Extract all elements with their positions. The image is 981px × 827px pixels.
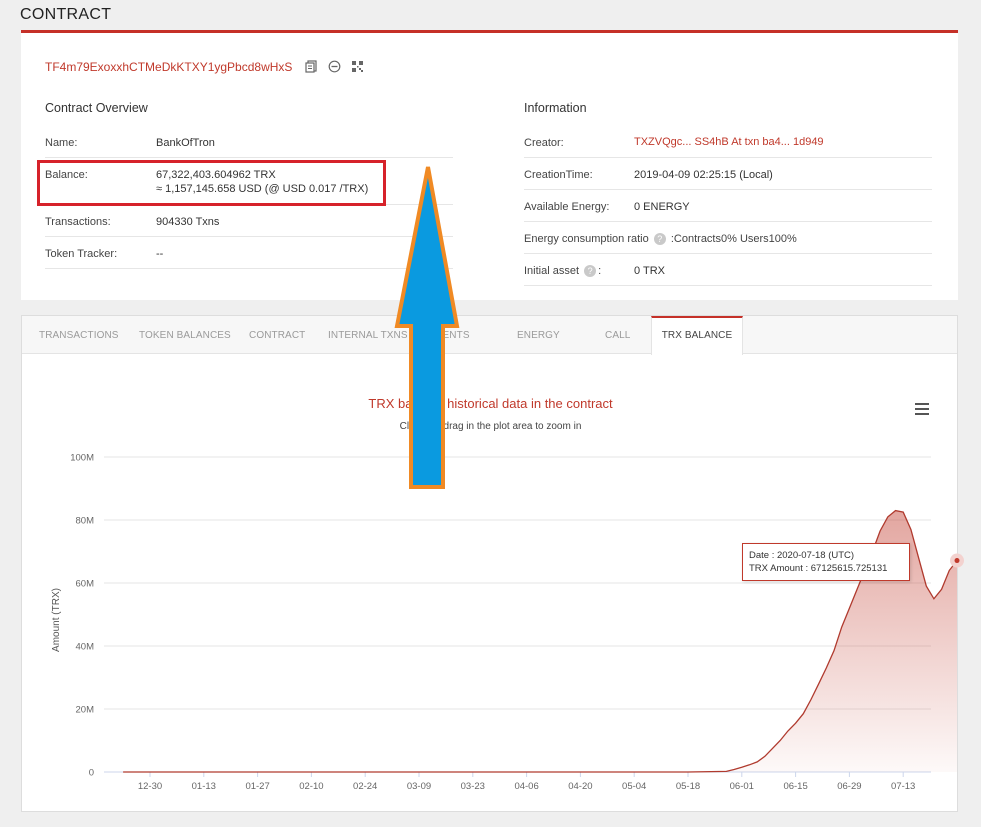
y-tick-label: 0 [89,768,94,779]
x-tick-label: 01-27 [245,781,269,792]
chart-tooltip: Date : 2020-07-18 (UTC) TRX Amount : 671… [742,543,910,581]
trx-balance-chart[interactable]: 0 20M 40M 60M 80M 100M 12-30 01-13 01-27 02-10 02… [0,0,981,827]
x-tick-label: 12-30 [138,781,162,792]
tooltip-date: Date : 2020-07-18 (UTC) [749,550,855,561]
y-axis-label: Amount (TRX) [51,588,62,652]
x-tick-label: 02-24 [353,781,377,792]
x-tick-label: 01-13 [192,781,216,792]
y-tick-label: 20M [76,705,95,716]
tooltip-amount: TRX Amount : 67125615.725131 [749,563,888,574]
x-tick-label: 05-18 [676,781,700,792]
x-tick-label: 03-09 [407,781,431,792]
x-tick-label: 04-06 [514,781,538,792]
x-tick-label: 05-04 [622,781,646,792]
y-tick-label: 100M [70,453,94,464]
x-tick-label: 06-29 [837,781,861,792]
balance-highlight-box [37,160,386,206]
y-tick-label: 80M [76,516,95,527]
x-tick-label: 06-15 [783,781,807,792]
x-tick-label: 06-01 [730,781,754,792]
x-tick-label: 04-20 [568,781,592,792]
y-tick-label: 40M [76,642,95,653]
up-arrow-annotation [394,166,460,489]
x-tick-label: 02-10 [299,781,323,792]
x-tick-label: 03-23 [461,781,485,792]
y-tick-label: 60M [76,579,95,590]
x-tick-label: 07-13 [891,781,915,792]
hover-marker [954,558,960,564]
